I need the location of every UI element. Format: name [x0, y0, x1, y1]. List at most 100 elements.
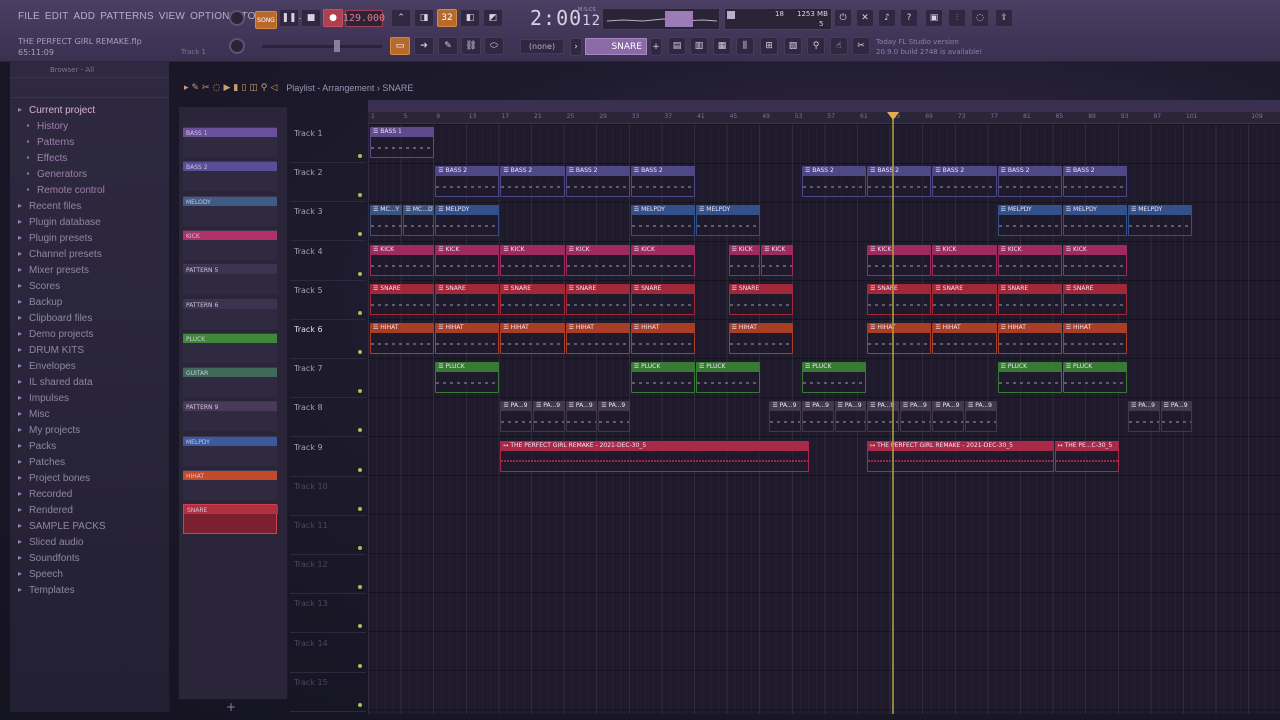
browser-item-current-project[interactable]: ▸ Current project — [10, 102, 169, 118]
pattern-clip[interactable]: ☰ SNARE — [630, 283, 695, 315]
browser-item-effects[interactable]: ▪ Effects — [10, 150, 169, 166]
pattern-clip[interactable]: ☰ HIHAT — [630, 323, 695, 354]
master-pitch-knob[interactable] — [229, 38, 245, 54]
pattern-clip[interactable]: ☰ KICK — [997, 244, 1062, 276]
plugin-icon[interactable]: ⚲ — [807, 37, 825, 55]
tools-icon[interactable]: ✂ — [852, 37, 870, 55]
playlist-icon[interactable]: ▤ — [668, 37, 686, 55]
pattern-clip[interactable]: ☰ BASS 2 — [801, 166, 867, 198]
browser-icon[interactable]: ▧ — [784, 37, 802, 55]
pattern-clip[interactable]: ☰ BASS 1 — [370, 127, 435, 158]
pattern-clip[interactable]: ☰ Pa...9 — [899, 401, 932, 433]
pattern-clip[interactable]: ☰ KICK — [932, 244, 997, 276]
pattern-item[interactable]: KICK — [183, 229, 277, 260]
browser-item-channel-presets[interactable]: ▸ Channel presets — [10, 246, 169, 262]
menu-edit[interactable]: EDIT — [45, 11, 69, 22]
link-icon[interactable]: ⛓ — [461, 37, 481, 55]
browser-item-demo-projects[interactable]: ▸ Demo projects — [10, 326, 169, 342]
loop-record-button[interactable]: ◩ — [483, 9, 503, 27]
track-enable-led[interactable] — [358, 271, 362, 276]
browser-item-envelopes[interactable]: ▸ Envelopes — [10, 358, 169, 374]
browser-item-backup[interactable]: ▸ Backup — [10, 294, 169, 310]
pattern-clip[interactable]: ☰ Pa...9 — [801, 401, 834, 433]
chat-icon[interactable]: ◌ — [971, 9, 989, 27]
pattern-clip[interactable]: ☰ MC...Y — [370, 205, 402, 237]
track-header[interactable]: Track 6 — [290, 320, 366, 359]
pattern-clip[interactable]: ☰ HIHAT — [728, 323, 793, 354]
pattern-clip[interactable]: ☰ SNARE — [997, 283, 1062, 315]
pattern-item[interactable]: GUITAR — [183, 367, 277, 398]
track-enable-led[interactable] — [358, 389, 362, 394]
blend-notes-button[interactable]: ◧ — [460, 9, 480, 27]
pattern-clip[interactable]: ☰ PLUCK — [997, 362, 1062, 394]
pattern-item[interactable]: melpdy — [183, 435, 277, 466]
pattern-clip[interactable]: ☰ HIHAT — [565, 323, 630, 354]
help-icon[interactable]: ? — [900, 9, 918, 27]
pattern-clip[interactable]: ☰ BASS 2 — [997, 166, 1062, 198]
cpu-icon[interactable]: ⏻ — [834, 9, 852, 27]
pattern-clip[interactable]: ☰ SNARE — [565, 283, 630, 315]
track-header[interactable]: Track 2 — [290, 163, 366, 203]
microphone-icon[interactable]: ♪ — [878, 9, 896, 27]
news-panel[interactable]: Today FL Studio version 20.9.0 build 274… — [876, 37, 982, 57]
pattern-clip[interactable]: ☰ HIHAT — [867, 323, 932, 354]
browser-item-patches[interactable]: ▸ Patches — [10, 454, 169, 470]
step-size-button[interactable]: 32 — [437, 9, 457, 27]
pattern-clip[interactable]: ☰ Pa...9 — [598, 401, 630, 433]
pattern-clip[interactable]: ☰ SNARE — [1062, 283, 1127, 315]
volume-slider-handle[interactable] — [334, 40, 340, 52]
pattern-clip[interactable]: ☰ MC...DY — [402, 205, 435, 237]
browser-item-patterns[interactable]: ▪ Patterns — [10, 134, 169, 150]
pattern-clip[interactable]: ☰ KICK — [565, 244, 630, 276]
channel-rack-icon[interactable]: ▦ — [713, 37, 731, 55]
pattern-item[interactable]: BASS 1 — [183, 127, 277, 157]
pattern-clip[interactable]: ☰ BASS 2 — [500, 166, 565, 198]
pattern-clip[interactable]: ☰ SNARE — [932, 283, 997, 315]
snap-icon[interactable]: ▭ — [390, 37, 410, 55]
pattern-clip[interactable]: ☰ Pa...9 — [964, 401, 997, 433]
add-pattern-icon[interactable]: + — [650, 38, 662, 56]
pattern-clip[interactable]: ☰ KICK — [728, 244, 761, 276]
pattern-item[interactable]: BASS 2 — [183, 161, 277, 192]
pattern-clip[interactable]: ☰ Pa...9 — [1160, 401, 1193, 433]
browser-item-plugin-database[interactable]: ▸ Plugin database — [10, 214, 169, 230]
browser-item-project-bones[interactable]: ▸ Project bones — [10, 470, 169, 486]
browser-item-packs[interactable]: ▸ Packs — [10, 438, 169, 454]
arrow-right-icon[interactable]: ➔ — [414, 37, 434, 55]
browser-item-generators[interactable]: ▪ Generators — [10, 166, 169, 182]
track-enable-led[interactable] — [358, 193, 362, 198]
menu-add[interactable]: ADD — [74, 11, 96, 22]
pattern-clip[interactable]: ☰ SNARE — [867, 283, 932, 315]
track-header[interactable]: Track 3 — [290, 202, 366, 242]
track-enable-led[interactable] — [358, 585, 362, 590]
pattern-clip[interactable]: ☰ Pa...9 — [1127, 401, 1160, 433]
browser-item-il-shared-data[interactable]: ▸ IL shared data — [10, 374, 169, 390]
track-header[interactable]: Track 8 — [290, 398, 366, 438]
browser-item-my-projects[interactable]: ▸ My projects — [10, 422, 169, 438]
browser-item-plugin-presets[interactable]: ▸ Plugin presets — [10, 230, 169, 246]
pattern-clip[interactable]: ☰ melpdy — [1127, 205, 1193, 237]
track-enable-led[interactable] — [358, 350, 362, 354]
timeline-ruler[interactable]: 1 5 9 13 17 21 25 29 33 37 41 45 49 53 57 61 65 69 73 77 81 8… — [368, 112, 1280, 124]
playhead[interactable] — [892, 112, 894, 714]
audio-clip[interactable]: ↦ THE PE...c-30_5 — [1054, 440, 1119, 472]
browser-item-recent-files[interactable]: ▸ Recent files — [10, 198, 169, 214]
wait-input-button[interactable]: ◨ — [414, 9, 434, 27]
pattern-item[interactable]: PLUCK — [183, 332, 277, 363]
track-header[interactable]: Track 14 — [290, 634, 366, 673]
pattern-clip[interactable]: ☰ melpdy — [1062, 205, 1127, 237]
track-enable-led[interactable] — [358, 702, 362, 707]
pattern-item[interactable]: Pattern 9 — [183, 401, 277, 432]
pattern-clip[interactable]: ☰ SNARE — [500, 283, 565, 315]
pattern-clip[interactable]: ☰ Pa...9 — [533, 401, 565, 433]
track-enable-led[interactable] — [358, 310, 362, 315]
pattern-clip[interactable]: ☰ BASS 2 — [630, 166, 695, 198]
playlist-tools-icon[interactable]: ▸✎✂◌▶▮▯◫⚲◁ — [184, 83, 280, 93]
pattern-clip[interactable]: ☰ HIHAT — [932, 323, 997, 354]
pattern-clip[interactable]: ☰ Pa...9 — [932, 401, 964, 433]
add-track-icon[interactable]: + — [226, 700, 236, 714]
pattern-clip[interactable]: ☰ HIHAT — [370, 323, 435, 354]
preset-select[interactable]: (none) — [520, 39, 564, 54]
master-volume-knob[interactable] — [229, 10, 245, 26]
track-header[interactable]: Track 7 — [290, 359, 366, 399]
